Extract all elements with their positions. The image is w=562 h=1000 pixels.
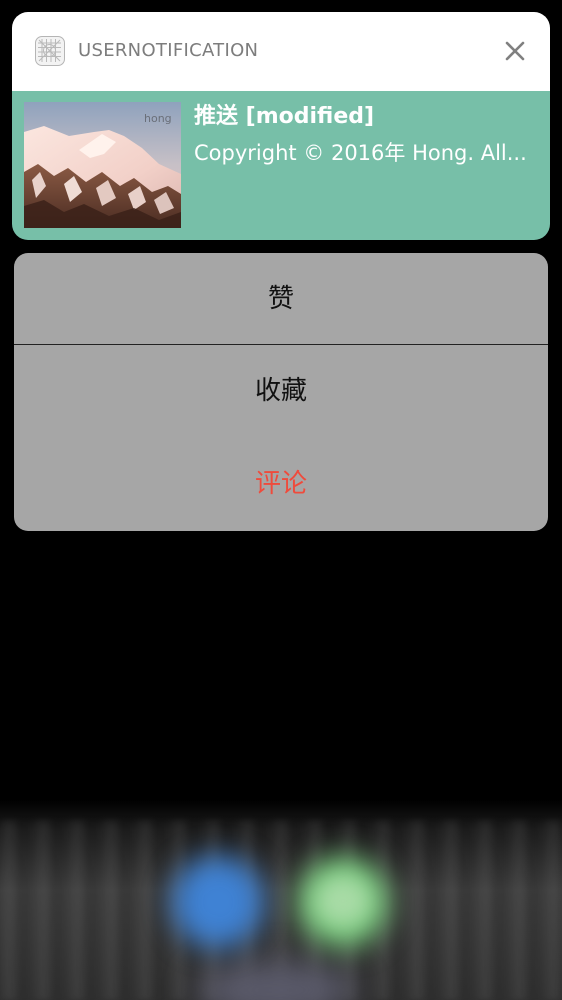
- comment-action-button[interactable]: 评论: [14, 437, 548, 531]
- favorite-action-button[interactable]: 收藏: [14, 345, 548, 437]
- thumbnail-watermark: hong: [144, 112, 172, 125]
- notification-header: USERNOTIFICATION: [12, 12, 550, 91]
- app-name: USERNOTIFICATION: [78, 40, 259, 61]
- blurred-green-app-icon-core: [316, 876, 370, 926]
- mountain-thumbnail-image: hong: [24, 102, 181, 228]
- grid-app-icon: [35, 36, 65, 66]
- notification-body[interactable]: hong 推送 [modified] Copyright © 2016年 Hon…: [12, 91, 550, 240]
- notification-title: 推送 [modified]: [194, 104, 375, 129]
- notification-message: Copyright © 2016年 Hong. All...: [194, 141, 527, 165]
- like-action-button[interactable]: 赞: [14, 253, 548, 345]
- blurred-blue-app-icon: [172, 856, 264, 948]
- close-icon: [505, 41, 525, 61]
- notification-actions-sheet: 赞 收藏 评论: [14, 253, 548, 531]
- screen: USERNOTIFICATION hong 推送 [modified] Copy…: [0, 0, 562, 1000]
- close-button[interactable]: [498, 34, 532, 68]
- notification-card[interactable]: USERNOTIFICATION hong 推送 [modified] Copy…: [12, 12, 550, 240]
